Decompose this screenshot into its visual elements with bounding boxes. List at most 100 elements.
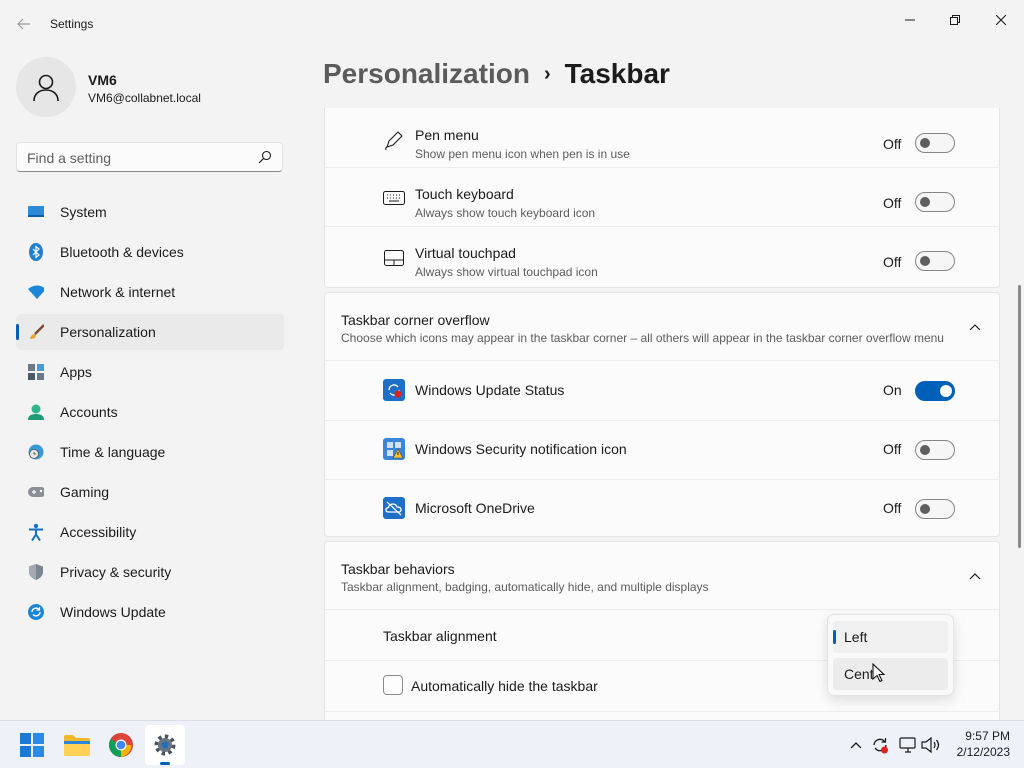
toggle-state-label: Off [883, 441, 902, 457]
search-placeholder: Find a setting [27, 150, 112, 166]
chevron-up-icon[interactable] [967, 568, 983, 584]
sidebar-item-label: System [60, 204, 107, 220]
sidebar-item-gaming[interactable]: Gaming [16, 474, 284, 510]
clock-time[interactable]: 9:57 PM [954, 729, 1010, 743]
speaker-icon[interactable] [921, 735, 941, 755]
toggle-knob [920, 256, 930, 266]
windows-update-status-icon [383, 379, 405, 401]
toggle-knob [940, 385, 952, 397]
sidebar-item-privacy-security[interactable]: Privacy & security [16, 554, 284, 590]
dropdown-option-left[interactable]: Left [833, 621, 948, 653]
search-icon [258, 150, 272, 167]
minimize-button[interactable] [887, 4, 933, 36]
search-input[interactable]: Find a setting [16, 142, 283, 172]
toggle-knob [920, 138, 930, 148]
breadcrumb-parent[interactable]: Personalization [323, 58, 530, 89]
sidebar-item-accessibility[interactable]: Accessibility [16, 514, 284, 550]
sidebar-item-apps[interactable]: Apps [16, 354, 284, 390]
taskbar-corner-icons-card: Pen menu Show pen menu icon when pen is … [324, 108, 1000, 288]
page-title: Taskbar [564, 58, 670, 89]
scrollbar[interactable] [1018, 285, 1021, 548]
section-subtitle: Taskbar alignment, badging, automaticall… [341, 580, 709, 594]
toggle-state-label: Off [883, 136, 902, 152]
close-button[interactable] [978, 4, 1024, 36]
sidebar-item-label: Apps [60, 364, 92, 380]
apps-icon [28, 364, 44, 380]
chevron-up-icon[interactable] [967, 319, 983, 335]
keyboard-icon [383, 187, 405, 209]
toggle-knob [920, 197, 930, 207]
taskbar-alignment-dropdown[interactable]: Left Cent [827, 614, 954, 696]
sidebar-item-label: Privacy & security [60, 564, 172, 580]
row-subtitle: Always show touch keyboard icon [415, 206, 596, 220]
sidebar-item-windows-update[interactable]: Windows Update [16, 594, 284, 630]
sidebar-item-system[interactable]: System [16, 194, 284, 230]
row-title: Windows Update Status [415, 382, 565, 398]
sidebar-item-label: Time & language [60, 444, 166, 460]
sidebar-item-personalization[interactable]: Personalization [16, 314, 284, 350]
toggle-knob [920, 504, 930, 514]
minimize-icon [905, 19, 915, 21]
virtual-touchpad-toggle[interactable] [915, 251, 955, 271]
dropdown-option-label: Left [844, 629, 868, 645]
sidebar-item-time-language[interactable]: Time & language [16, 434, 284, 470]
dropdown-option-label: Cent [844, 666, 874, 682]
update-icon [28, 604, 44, 620]
windows-update-status-toggle[interactable] [915, 381, 955, 401]
app-title: Settings [50, 17, 94, 31]
sidebar-item-label: Bluetooth & devices [60, 244, 184, 260]
row-title: Automatically hide the taskbar [411, 678, 598, 694]
wifi-icon [28, 284, 44, 300]
sidebar-item-label: Accessibility [60, 524, 137, 540]
restore-button[interactable] [932, 4, 978, 36]
sidebar-item-accounts[interactable]: Accounts [16, 394, 284, 430]
windows-update-status-icon[interactable] [870, 735, 890, 755]
chrome-icon [109, 733, 133, 757]
touch-keyboard-toggle[interactable] [915, 192, 955, 212]
back-button[interactable] [12, 12, 36, 36]
divider [325, 711, 1000, 712]
title-bar: Settings [0, 0, 1024, 48]
sidebar-item-network[interactable]: Network & internet [16, 274, 284, 310]
dropdown-option-center[interactable]: Cent [833, 658, 948, 690]
gamepad-icon [28, 484, 44, 500]
row-subtitle: Show pen menu icon when pen is in use [415, 147, 630, 161]
touch-keyboard-row: Touch keyboard Always show touch keyboar… [325, 168, 1000, 227]
row-title: Pen menu [415, 127, 479, 143]
chrome-button[interactable] [101, 725, 141, 765]
section-title: Taskbar corner overflow [341, 312, 490, 328]
overflow-header[interactable]: Taskbar corner overflow Choose which ico… [325, 293, 1000, 360]
chevron-up-icon[interactable] [846, 735, 866, 755]
row-title: Windows Security notification icon [415, 441, 627, 457]
pen-menu-row: Pen menu Show pen menu icon when pen is … [325, 109, 1000, 168]
behaviors-header[interactable]: Taskbar behaviors Taskbar alignment, bad… [325, 542, 1000, 609]
sidebar-item-bluetooth-devices[interactable]: Bluetooth & devices [16, 234, 284, 270]
auto-hide-checkbox[interactable] [383, 675, 403, 695]
sidebar-item-label: Network & internet [60, 284, 176, 300]
sidebar-nav: System Bluetooth & devices Network & int… [16, 194, 284, 634]
file-explorer-button[interactable] [57, 725, 97, 765]
close-icon [996, 15, 1006, 25]
mouse-cursor-icon [872, 663, 886, 683]
row-subtitle: Always show virtual touchpad icon [415, 265, 598, 279]
toggle-state-label: Off [883, 500, 902, 516]
pen-menu-toggle[interactable] [915, 133, 955, 153]
windows-security-toggle[interactable] [915, 440, 955, 460]
folder-icon [64, 735, 90, 756]
taskbar [0, 720, 1024, 768]
clock-date[interactable]: 2/12/2023 [946, 745, 1010, 759]
bluetooth-icon [28, 243, 44, 261]
network-icon[interactable] [898, 735, 918, 755]
brush-icon [28, 324, 44, 340]
clock-globe-icon [28, 444, 44, 460]
onedrive-toggle[interactable] [915, 499, 955, 519]
row-title: Touch keyboard [415, 186, 514, 202]
windows-start-icon [20, 733, 44, 757]
start-button[interactable] [12, 725, 52, 765]
row-title: Microsoft OneDrive [415, 500, 535, 516]
avatar[interactable] [16, 57, 76, 117]
settings-button[interactable] [145, 725, 185, 765]
system-icon [28, 204, 44, 220]
sidebar-item-label: Personalization [60, 324, 156, 340]
windows-security-icon [383, 438, 405, 460]
